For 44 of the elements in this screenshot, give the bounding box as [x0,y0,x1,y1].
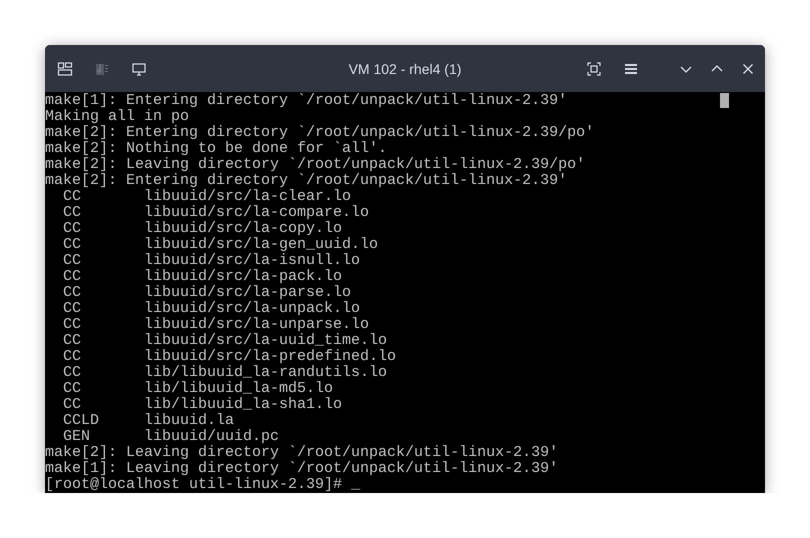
build-target: libuuid/src/la-predefined.lo [144,349,396,365]
build-target: libuuid/src/la-parse.lo [144,285,352,301]
build-step-tag: CC [45,253,144,269]
build-step-tag: CC [45,397,144,413]
build-step-tag: CCLD [45,413,144,429]
terminal-line: make[2]: Nothing to be done for `all'. [45,141,388,157]
build-target: libuuid/src/la-compare.lo [144,205,370,221]
build-step-tag: CC [45,221,144,237]
build-step-tag: CC [45,237,144,253]
build-step-tag: CC [45,285,144,301]
build-step-tag: CC [45,365,144,381]
scrollbar-thumb[interactable] [720,93,729,108]
build-target: libuuid/src/la-clear.lo [144,189,352,205]
terminal-line: make[1]: Entering directory `/root/unpack/util-linux-2.39' [45,93,568,109]
build-target: libuuid/uuid.pc [144,429,280,445]
build-step-tag: CC [45,381,144,397]
build-step-tag: CC [45,317,144,333]
build-target: lib/libuuid_la-sha1.lo [144,397,342,413]
build-target: libuuid.la [144,413,234,429]
build-step-tag: GEN [45,429,144,445]
build-target: lib/libuuid_la-md5.lo [144,381,334,397]
shell-prompt: [root@localhost util-linux-2.39]# [45,477,344,493]
build-step-tag: CC [45,189,144,205]
text-cursor: _ [351,477,360,493]
terminal-line: make[1]: Leaving directory `/root/unpack/util-linux-2.39' [45,461,558,477]
build-step-tag: CC [45,333,144,349]
terminal-line: make[2]: Leaving directory `/root/unpack/util-linux-2.39' [45,445,558,461]
build-step-tag: CC [45,301,144,317]
build-step-tag: CC [45,349,144,365]
build-target: libuuid/src/la-copy.lo [144,221,342,237]
build-target: libuuid/src/la-unpack.lo [144,301,360,317]
build-target: libuuid/src/la-gen_uuid.lo [144,237,378,253]
build-target: libuuid/src/la-isnull.lo [144,253,360,269]
build-target: lib/libuuid_la-randutils.lo [144,365,388,381]
terminal-line: Making all in po [45,109,190,125]
build-step-tag: CC [45,205,144,221]
build-target: libuuid/src/la-pack.lo [144,269,342,285]
build-target: libuuid/src/la-unparse.lo [144,317,370,333]
build-target: libuuid/src/la-uuid_time.lo [144,333,388,349]
window-title: VM 102 - rhel4 (1) [348,61,462,77]
terminal-line: make[2]: Entering directory `/root/unpack/util-linux-2.39/po' [45,125,594,141]
terminal-line: make[2]: Leaving directory `/root/unpack/util-linux-2.39/po' [45,157,586,173]
terminal-line: make[2]: Entering directory `/root/unpack/util-linux-2.39' [45,173,568,189]
build-step-tag: CC [45,269,144,285]
